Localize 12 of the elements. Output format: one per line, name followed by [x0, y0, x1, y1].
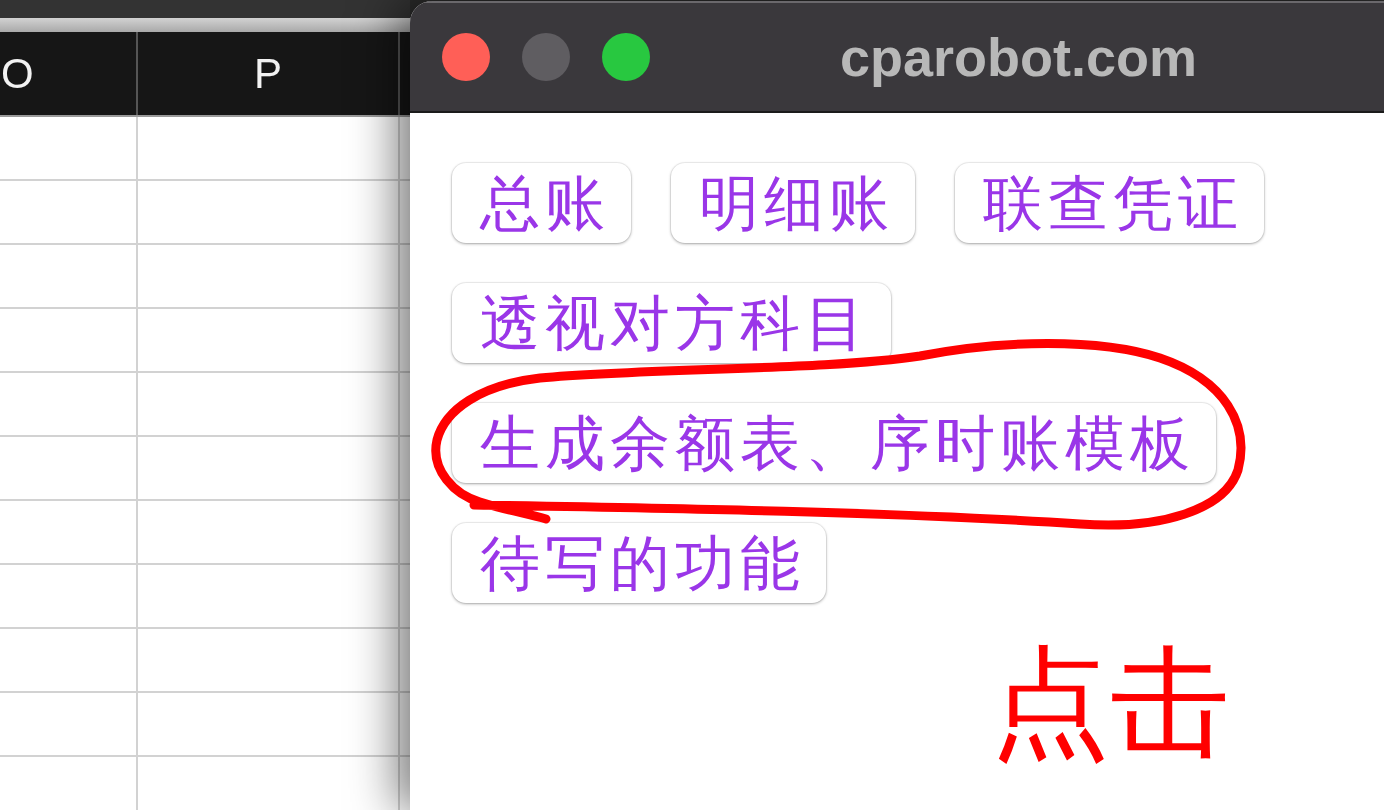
action-button[interactable]: 透视对方科目 — [452, 283, 891, 363]
action-button[interactable]: 总账 — [452, 163, 631, 243]
close-button[interactable] — [442, 33, 490, 81]
column-header[interactable]: O — [0, 32, 138, 115]
action-button[interactable]: 生成余额表、序时账模板 — [452, 403, 1216, 483]
window-title: cparobot.com — [840, 26, 1198, 88]
action-button[interactable]: 联查凭证 — [955, 163, 1264, 243]
column-header[interactable]: P — [138, 32, 400, 115]
action-button[interactable]: 待写的功能 — [452, 523, 826, 603]
action-button[interactable]: 明细账 — [671, 163, 915, 243]
zoom-button[interactable] — [602, 33, 650, 81]
annotation-text: 点击 — [990, 643, 1230, 763]
